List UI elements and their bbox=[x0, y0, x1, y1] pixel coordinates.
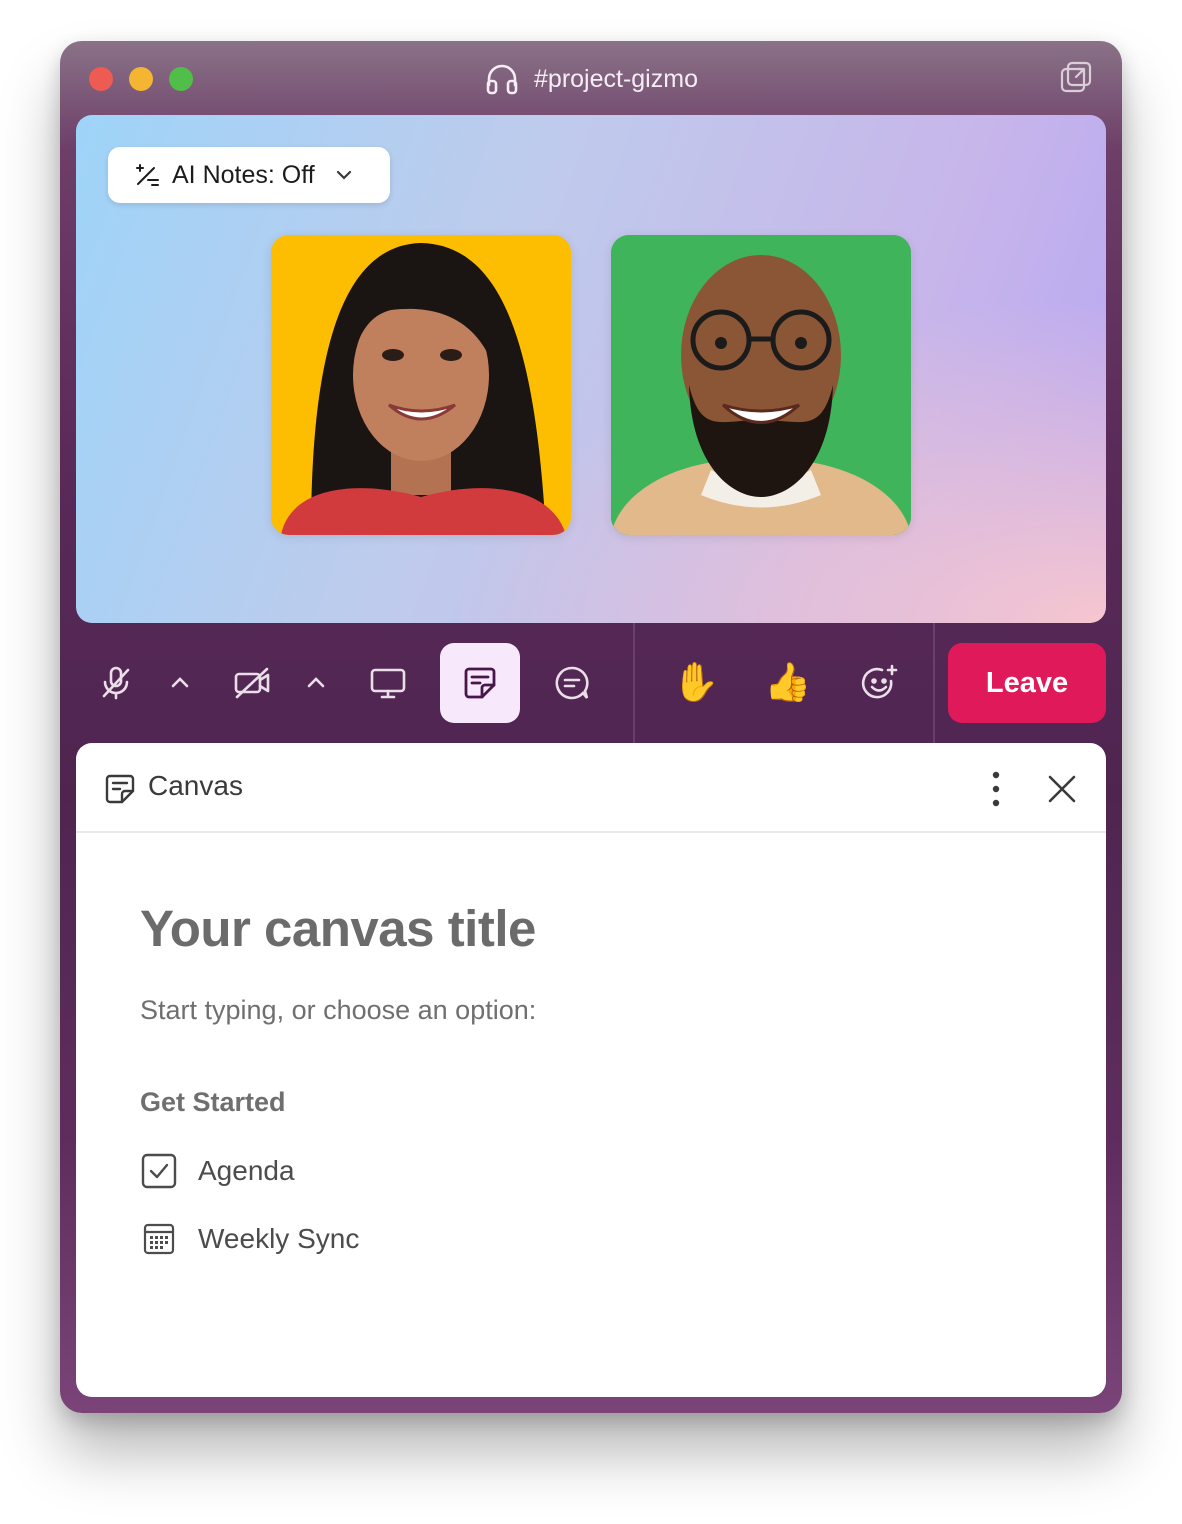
popout-window-icon[interactable] bbox=[1058, 59, 1094, 95]
raised-hand-icon: ✋ bbox=[672, 662, 720, 704]
participant-portrait bbox=[271, 235, 571, 535]
participant-portrait bbox=[611, 235, 911, 535]
title-bar: #project-gizmo bbox=[60, 41, 1122, 115]
raise-hand-button[interactable]: ✋ bbox=[656, 643, 736, 723]
canvas-button[interactable] bbox=[440, 643, 520, 723]
canvas-title-input[interactable]: Your canvas title bbox=[140, 899, 536, 958]
add-emoji-icon bbox=[861, 664, 898, 699]
chevron-up-icon bbox=[171, 677, 189, 688]
section-heading: Get Started bbox=[140, 1087, 286, 1117]
ai-notes-label: AI Notes: Off bbox=[172, 160, 315, 189]
panel-title: Canvas bbox=[148, 770, 243, 801]
screen-share-button[interactable] bbox=[348, 643, 428, 723]
add-reaction-button[interactable] bbox=[840, 643, 920, 723]
controls-divider bbox=[633, 623, 635, 743]
window-title: #project-gizmo bbox=[60, 59, 1122, 99]
thumbs-up-icon: 👍 bbox=[764, 662, 812, 704]
channel-name: #project-gizmo bbox=[534, 64, 698, 93]
ai-notes-dropdown[interactable]: AI Notes: Off bbox=[108, 147, 390, 203]
thread-icon bbox=[555, 666, 589, 700]
huddle-controls: ✋ 👍 Leave bbox=[76, 623, 1106, 743]
sparkle-pen-icon bbox=[136, 164, 159, 186]
huddle-stage: AI Notes: Off bbox=[76, 115, 1106, 623]
chevron-up-icon bbox=[307, 677, 325, 688]
huddle-window: #project-gizmo AI Notes: Off ✋ 👍 Leave C… bbox=[60, 41, 1122, 1413]
close-icon[interactable] bbox=[1044, 771, 1080, 807]
template-option-agenda[interactable]: Agenda bbox=[140, 1151, 295, 1191]
more-options-icon[interactable] bbox=[978, 769, 1014, 809]
canvas-panel: Canvas Your canvas title Start typing, o… bbox=[76, 743, 1106, 1397]
video-options-button[interactable] bbox=[296, 643, 336, 723]
participant-avatar[interactable] bbox=[611, 235, 911, 535]
screen-share-icon bbox=[370, 668, 406, 699]
mute-button[interactable] bbox=[76, 643, 156, 723]
checkbox-icon bbox=[141, 1153, 177, 1189]
option-label: Weekly Sync bbox=[198, 1223, 360, 1254]
controls-divider bbox=[933, 623, 935, 743]
option-label: Agenda bbox=[198, 1155, 295, 1186]
mic-off-icon bbox=[102, 666, 130, 700]
template-option-weekly-sync[interactable]: Weekly Sync bbox=[140, 1219, 359, 1259]
camera-off-icon bbox=[234, 667, 270, 699]
headphones-icon bbox=[486, 64, 518, 95]
calendar-icon bbox=[143, 1223, 175, 1255]
canvas-icon bbox=[464, 667, 496, 699]
canvas-hint: Start typing, or choose an option: bbox=[140, 995, 537, 1025]
chevron-down-icon bbox=[336, 170, 351, 180]
participant-avatar[interactable] bbox=[271, 235, 571, 535]
canvas-panel-header: Canvas bbox=[76, 743, 1106, 833]
mic-options-button[interactable] bbox=[160, 643, 200, 723]
video-toggle-button[interactable] bbox=[212, 643, 292, 723]
thumbs-up-button[interactable]: 👍 bbox=[748, 643, 828, 723]
leave-button[interactable]: Leave bbox=[948, 643, 1106, 723]
canvas-icon bbox=[105, 774, 135, 804]
huddle-thread-button[interactable] bbox=[532, 643, 612, 723]
